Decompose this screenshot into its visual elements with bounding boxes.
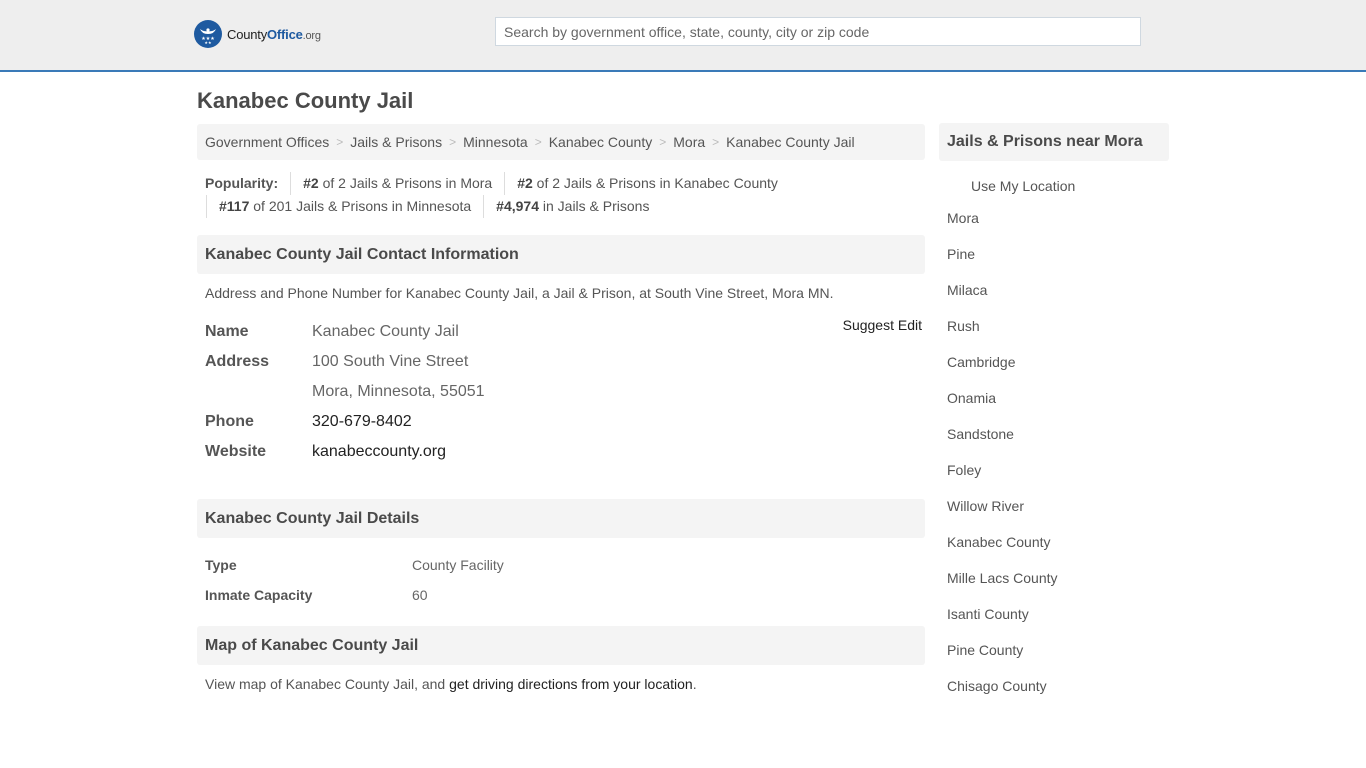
contact-description: Address and Phone Number for Kanabec Cou…: [205, 285, 834, 301]
contact-row-address: Address 100 South Vine Street: [205, 347, 917, 377]
breadcrumb-separator-icon: >: [449, 135, 457, 149]
eagle-logo-icon: ★★★ ★★: [194, 20, 222, 48]
popularity-rankings: Popularity: #2 of 2 Jails & Prisons in M…: [197, 172, 925, 218]
nearby-item: Mille Lacs County: [947, 570, 1169, 606]
contact-info-table: Suggest Edit Name Kanabec County Jail Ad…: [197, 317, 925, 467]
site-logo[interactable]: ★★★ ★★ CountyOffice.org: [194, 20, 321, 48]
nearby-link-mora[interactable]: Mora: [947, 210, 979, 226]
site-header: ★★★ ★★ CountyOffice.org: [0, 0, 1366, 72]
nearby-item: Mora: [947, 210, 1169, 246]
popularity-rank-county: #2 of 2 Jails & Prisons in Kanabec Count…: [504, 172, 790, 195]
nearby-link-willow-river[interactable]: Willow River: [947, 498, 1024, 514]
breadcrumb: Government Offices > Jails & Prisons > M…: [197, 124, 925, 160]
nearby-item: Milaca: [947, 282, 1169, 318]
popularity-row: #117 of 201 Jails & Prisons in Minnesota…: [205, 195, 925, 218]
nearby-item: Pine County: [947, 642, 1169, 678]
map-section-heading: Map of Kanabec County Jail: [197, 626, 925, 665]
nearby-link-rush[interactable]: Rush: [947, 318, 980, 334]
main-content: Government Offices > Jails & Prisons > M…: [197, 124, 925, 692]
nearby-link-foley[interactable]: Foley: [947, 462, 981, 478]
breadcrumb-kanabec-county[interactable]: Kanabec County: [549, 134, 653, 150]
contact-row-name: Name Kanabec County Jail: [205, 317, 917, 347]
popularity-rank-national: #4,974 in Jails & Prisons: [483, 195, 661, 218]
nearby-link-sandstone[interactable]: Sandstone: [947, 426, 1014, 442]
nearby-sidebar: Jails & Prisons near Mora Use My Locatio…: [939, 123, 1169, 714]
website-label: Website: [205, 443, 267, 460]
contact-row-phone: Phone 320-679-8402: [205, 407, 917, 437]
details-table: Type County Facility Inmate Capacity 60: [197, 550, 925, 610]
nearby-link-isanti-county[interactable]: Isanti County: [947, 606, 1029, 622]
details-section-heading: Kanabec County Jail Details: [197, 499, 925, 538]
map-description: View map of Kanabec County Jail, and get…: [205, 676, 697, 692]
details-row: Type County Facility: [205, 550, 917, 580]
nearby-link-cambridge[interactable]: Cambridge: [947, 354, 1015, 370]
svg-text:★★: ★★: [204, 40, 212, 45]
nearby-link-pine[interactable]: Pine: [947, 246, 975, 262]
breadcrumb-separator-icon: >: [659, 135, 667, 149]
nearby-link-milaca[interactable]: Milaca: [947, 282, 987, 298]
contact-row-address-2: Mora, Minnesota, 55051: [205, 377, 917, 407]
contact-section-heading: Kanabec County Jail Contact Information: [197, 235, 925, 274]
nearby-item: Onamia: [947, 390, 1169, 426]
address-line1: 100 South Vine Street: [312, 353, 469, 370]
breadcrumb-mora[interactable]: Mora: [673, 134, 705, 150]
breadcrumb-separator-icon: >: [534, 135, 542, 149]
details-label: Type: [205, 557, 237, 573]
contact-row-website: Website kanabeccounty.org: [205, 437, 917, 467]
nearby-link-kanabec-county[interactable]: Kanabec County: [947, 534, 1051, 550]
sidebar-heading: Jails & Prisons near Mora: [939, 123, 1169, 161]
breadcrumb-separator-icon: >: [712, 135, 720, 149]
phone-link[interactable]: 320-679-8402: [312, 413, 412, 430]
search-input[interactable]: [495, 17, 1141, 46]
driving-directions-link[interactable]: get driving directions from your locatio…: [449, 676, 693, 692]
nearby-item: Isanti County: [947, 606, 1169, 642]
nearby-link-chisago-county[interactable]: Chisago County: [947, 678, 1047, 694]
popularity-row: Popularity: #2 of 2 Jails & Prisons in M…: [205, 172, 925, 195]
phone-label: Phone: [205, 413, 254, 430]
details-label: Inmate Capacity: [205, 587, 313, 603]
nearby-link-onamia[interactable]: Onamia: [947, 390, 996, 406]
breadcrumb-jails-prisons[interactable]: Jails & Prisons: [350, 134, 442, 150]
website-link[interactable]: kanabeccounty.org: [312, 443, 446, 460]
nearby-item: Sandstone: [947, 426, 1169, 462]
nearby-item: Cambridge: [947, 354, 1169, 390]
popularity-rank-state: #117 of 201 Jails & Prisons in Minnesota: [206, 195, 483, 218]
popularity-rank-city: #2 of 2 Jails & Prisons in Mora: [290, 172, 504, 195]
nearby-item: Pine: [947, 246, 1169, 282]
use-my-location-link[interactable]: Use My Location: [971, 178, 1169, 194]
nearby-item: Willow River: [947, 498, 1169, 534]
suggest-edit-link[interactable]: Suggest Edit: [843, 317, 922, 333]
logo-text: CountyOffice.org: [227, 26, 321, 42]
details-value: County Facility: [412, 557, 504, 573]
nearby-item: Chisago County: [947, 678, 1169, 714]
details-row: Inmate Capacity 60: [205, 580, 917, 610]
breadcrumb-separator-icon: >: [336, 135, 344, 149]
name-value: Kanabec County Jail: [312, 323, 459, 340]
nearby-link-mille-lacs-county[interactable]: Mille Lacs County: [947, 570, 1058, 586]
page-title: Kanabec County Jail: [197, 88, 414, 113]
nearby-link-pine-county[interactable]: Pine County: [947, 642, 1023, 658]
details-value: 60: [412, 587, 428, 603]
nearby-list: Mora Pine Milaca Rush Cambridge Onamia S…: [939, 210, 1169, 714]
popularity-label: Popularity:: [205, 175, 279, 191]
name-label: Name: [205, 323, 249, 340]
breadcrumb-current-page[interactable]: Kanabec County Jail: [726, 134, 854, 150]
nearby-item: Kanabec County: [947, 534, 1169, 570]
nearby-item: Foley: [947, 462, 1169, 498]
breadcrumb-government-offices[interactable]: Government Offices: [205, 134, 329, 150]
address-line2: Mora, Minnesota, 55051: [312, 383, 485, 400]
breadcrumb-minnesota[interactable]: Minnesota: [463, 134, 528, 150]
address-label: Address: [205, 353, 270, 370]
nearby-item: Rush: [947, 318, 1169, 354]
